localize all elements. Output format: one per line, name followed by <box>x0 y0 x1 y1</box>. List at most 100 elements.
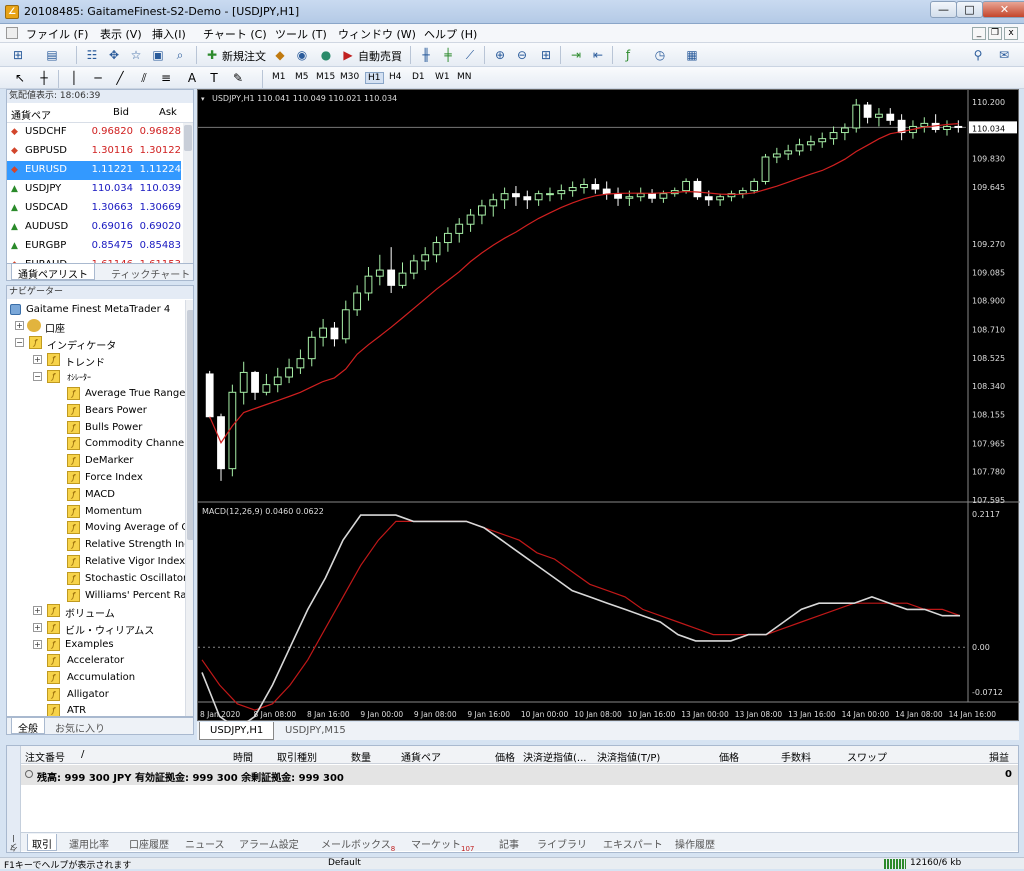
tab-general[interactable]: 全般 <box>11 718 45 735</box>
terminal-tab[interactable]: ライブラリ <box>533 834 591 851</box>
tf-w1[interactable]: W1 <box>435 72 450 82</box>
market-watch-row[interactable]: ▲ USDCAD 1.30663 1.30669 <box>7 199 181 218</box>
tree-oscillator-item[interactable]: ƒMoving Average of Oscillator <box>65 520 185 536</box>
tree-oscillator-item[interactable]: ƒ Relative Vigor Index <box>65 554 185 570</box>
new-chart-icon[interactable]: ⊞ <box>10 47 26 63</box>
terminal-tab[interactable]: エキスパート <box>599 834 667 851</box>
channel-icon[interactable]: ⫽ <box>136 70 152 86</box>
tab-tick-chart[interactable]: ティックチャート <box>105 264 196 281</box>
tf-m15[interactable]: M15 <box>316 72 335 82</box>
terminal-tab[interactable]: 口座履歴 <box>125 834 173 851</box>
market-watch-icon[interactable]: ☷ <box>84 47 100 63</box>
col-size[interactable]: 数量 <box>351 749 371 764</box>
col-price[interactable]: 価格 <box>495 749 515 764</box>
balance-row[interactable]: 残高: 999 300 JPY 有効証拠金: 999 300 余剰証拠金: 99… <box>21 765 1018 785</box>
templates-icon[interactable]: ▦ <box>684 47 700 63</box>
chart-shift-icon[interactable]: ⇤ <box>590 47 606 63</box>
tf-m30[interactable]: M30 <box>340 72 359 82</box>
col-order[interactable]: 注文番号 <box>25 749 65 764</box>
menu-help[interactable]: ヘルプ (H) <box>424 26 477 42</box>
tab-symbols[interactable]: 通貨ペアリスト <box>11 264 95 281</box>
tree-oscillator-item[interactable]: ƒWilliams' Percent Range <box>65 588 185 604</box>
col-bid[interactable]: Bid <box>113 107 129 118</box>
tf-m1[interactable]: M1 <box>272 72 286 82</box>
data-window-icon[interactable]: ✥ <box>106 47 122 63</box>
tf-mn[interactable]: MN <box>457 72 472 82</box>
navigator-icon[interactable]: ☆ <box>128 47 144 63</box>
horizontal-line-icon[interactable]: ─ <box>90 70 106 86</box>
close-button[interactable]: ✕ <box>982 1 1024 18</box>
indicators-icon[interactable]: ƒ <box>620 47 636 63</box>
search-icon[interactable]: ⚲ <box>970 47 986 63</box>
menu-tools[interactable]: ツール (T) <box>275 26 327 42</box>
tree-oscillator-item[interactable]: ƒ Average True Range <box>65 386 185 402</box>
maximize-button[interactable]: □ <box>956 1 983 18</box>
arrows-icon[interactable]: ✎ <box>230 70 246 86</box>
tester-icon[interactable]: ⌕ <box>172 47 188 63</box>
mdi-minimize-button[interactable]: _ <box>972 27 986 40</box>
market-watch-row[interactable]: ◆ EURUSD 1.11221 1.11224 <box>7 161 181 180</box>
auto-trade-icon[interactable]: ▶ <box>340 47 356 63</box>
cursor-icon[interactable]: ↖ <box>12 70 28 86</box>
tab-usdjpy-m15[interactable]: USDJPY,M15 <box>275 722 356 740</box>
market-watch-row[interactable]: ▲ EURGBP 0.85475 0.85483 <box>7 237 181 256</box>
community-icon[interactable]: ◉ <box>294 47 310 63</box>
col-time[interactable]: 時間 <box>233 749 253 764</box>
minimize-button[interactable]: — <box>930 1 957 18</box>
tf-h4[interactable]: H4 <box>389 72 402 82</box>
col-type[interactable]: 取引種別 <box>277 749 317 764</box>
tile-windows-icon[interactable]: ⊞ <box>538 47 554 63</box>
zoom-in-icon[interactable]: ⊕ <box>492 47 508 63</box>
tab-usdjpy-h1[interactable]: USDJPY,H1 <box>199 722 275 740</box>
chart-window[interactable]: 110.200 110.034 109.830 109.645 109.270 109.0… <box>197 89 1020 722</box>
col-sl[interactable]: 決済逆指値(... <box>523 749 586 764</box>
terminal-tab[interactable]: メールボックス8 <box>317 834 399 853</box>
bar-chart-icon[interactable]: ╫ <box>418 47 434 63</box>
market-watch-row[interactable]: ▲ AUDUSD 0.69016 0.69020 <box>7 218 181 237</box>
fibonacci-icon[interactable]: ≡ <box>158 70 174 86</box>
tf-h1[interactable]: H1 <box>365 72 384 84</box>
terminal-tab[interactable]: 操作履歴 <box>671 834 719 851</box>
terminal-tab[interactable]: マーケット107 <box>407 834 478 853</box>
terminal-icon[interactable]: ▣ <box>150 47 166 63</box>
new-order-button[interactable]: 新規注文 <box>222 48 266 64</box>
tree-oscillator-item[interactable]: ƒ Bulls Power <box>65 420 185 436</box>
menu-insert[interactable]: 挿入(I) <box>152 26 186 42</box>
line-chart-icon[interactable]: ⟋ <box>462 47 478 63</box>
terminal-tab[interactable]: 取引 <box>27 834 57 851</box>
tf-m5[interactable]: M5 <box>295 72 309 82</box>
tree-oscillator-item[interactable]: ƒ Force Index <box>65 470 185 486</box>
vertical-line-icon[interactable]: │ <box>66 70 82 86</box>
tree-oscillator-item[interactable]: ƒ Momentum <box>65 504 185 520</box>
autoscroll-icon[interactable]: ⇥ <box>568 47 584 63</box>
tree-oscillator-item[interactable]: ƒ Bears Power <box>65 403 185 419</box>
tree-oscillator-item[interactable]: ƒRelative Strength Index <box>65 537 185 553</box>
col-commission[interactable]: 手数料 <box>781 749 811 764</box>
terminal-tab[interactable]: 記事 <box>495 834 523 851</box>
signals-icon[interactable]: ● <box>318 47 334 63</box>
metaeditor-icon[interactable]: ◆ <box>272 47 288 63</box>
text-icon[interactable]: A <box>184 70 200 86</box>
crosshair-icon[interactable]: ┼ <box>36 70 52 86</box>
menu-window[interactable]: ウィンドウ (W) <box>338 26 416 42</box>
auto-trade-button[interactable]: 自動売買 <box>358 48 402 64</box>
tf-d1[interactable]: D1 <box>412 72 425 82</box>
tab-favorites[interactable]: お気に入り <box>49 718 111 735</box>
market-watch-row[interactable]: ◆ GBPUSD 1.30116 1.30122 <box>7 142 181 161</box>
tree-oscillator-item[interactable]: ƒCommodity Channel Index <box>65 436 185 452</box>
mdi-restore-button[interactable]: ❐ <box>988 27 1002 40</box>
col-ask[interactable]: Ask <box>159 107 177 118</box>
navigator-scrollbar[interactable] <box>185 300 193 716</box>
col-swap[interactable]: スワップ <box>847 749 887 764</box>
col-tp[interactable]: 決済指値(T/P) <box>597 749 660 764</box>
market-watch-row[interactable]: ◆ USDCHF 0.96820 0.96828 <box>7 123 181 142</box>
zoom-out-icon[interactable]: ⊖ <box>514 47 530 63</box>
candlestick-icon[interactable]: ╪ <box>440 47 456 63</box>
tree-oscillator-item[interactable]: ƒ MACD <box>65 487 185 503</box>
text-label-icon[interactable]: T <box>206 70 222 86</box>
menu-file[interactable]: ファイル (F) <box>26 26 88 42</box>
trendline-icon[interactable]: ╱ <box>112 70 128 86</box>
menu-view[interactable]: 表示 (V) <box>100 26 142 42</box>
price-chart[interactable]: 110.200 110.034 109.830 109.645 109.270 109.0… <box>198 90 1020 722</box>
profiles-icon[interactable]: ▤ <box>44 47 60 63</box>
